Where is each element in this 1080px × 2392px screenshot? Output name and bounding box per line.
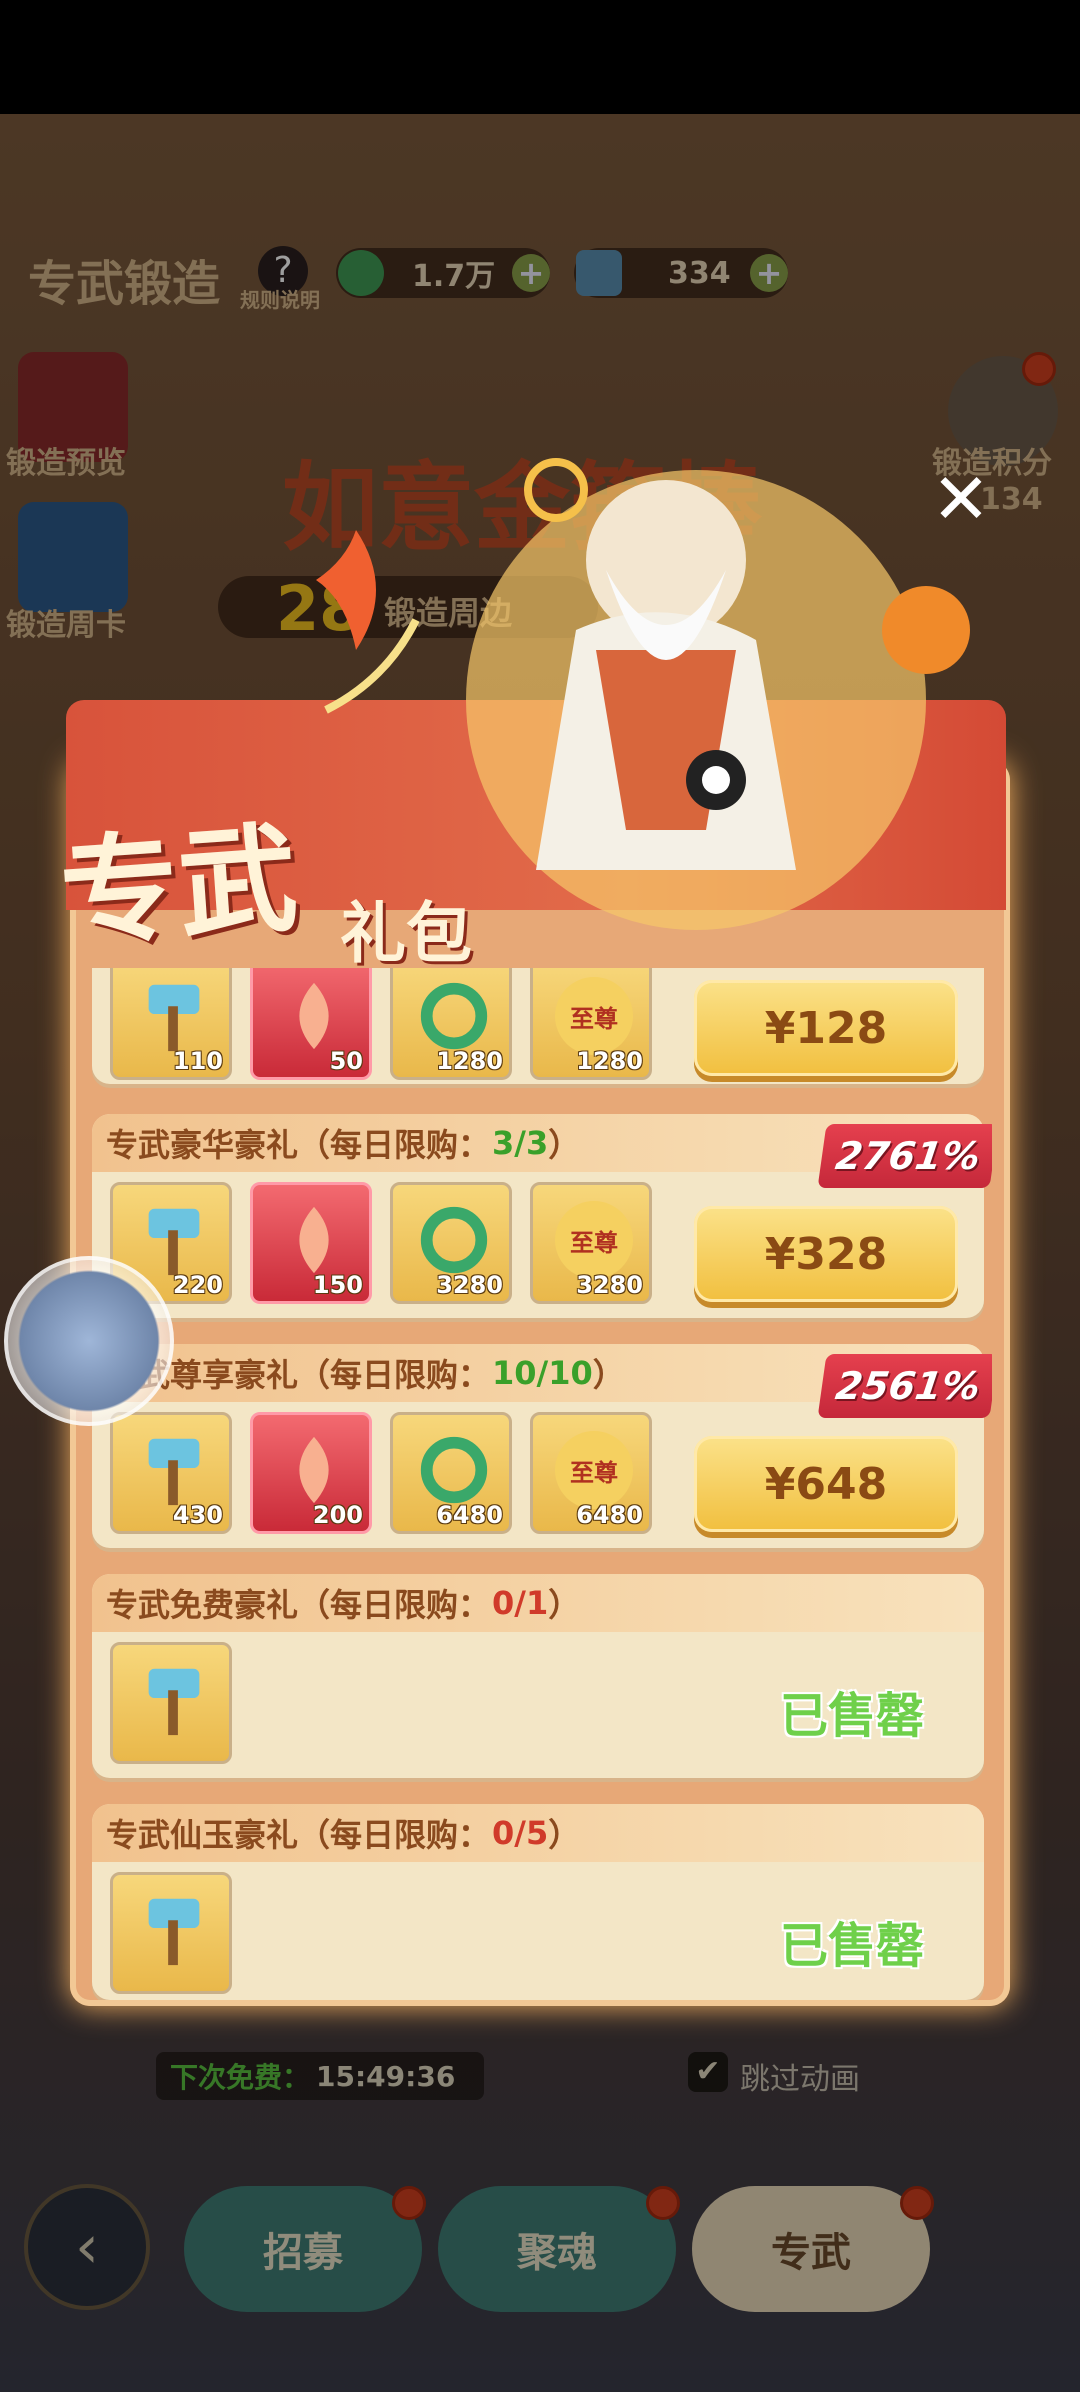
- flame-leaf-icon: [299, 982, 329, 1050]
- dragon-jade-icon: [420, 1436, 488, 1504]
- item-slot[interactable]: [110, 1642, 232, 1764]
- supreme-token-icon: 至尊: [555, 977, 633, 1055]
- bonus-ribbon: 2561%: [817, 1354, 992, 1418]
- pack-card-jade: 专武仙玉豪礼（每日限购： 0/5） 已售罄: [92, 1804, 984, 2000]
- item-slot[interactable]: 110: [110, 968, 232, 1080]
- item-slot[interactable]: 至尊 3280: [530, 1182, 652, 1304]
- pack-list[interactable]: 110 50 1280 至尊 1280 ¥128 专武豪华豪礼（每日限购： 3/3…: [88, 968, 992, 2000]
- assistant-float-button[interactable]: [4, 1256, 174, 1426]
- item-slot[interactable]: 至尊 1280: [530, 968, 652, 1080]
- sold-out-label: 已售罄: [779, 1688, 924, 1744]
- close-button[interactable]: ✕: [928, 464, 994, 534]
- hammer-icon: [148, 1438, 200, 1506]
- item-slot[interactable]: 6480: [390, 1412, 512, 1534]
- popup-title: 专武: [56, 807, 302, 964]
- item-slot[interactable]: 50: [250, 968, 372, 1080]
- buy-button-648[interactable]: ¥648: [694, 1436, 958, 1532]
- pack-card-premium: 专武尊享豪礼（每日限购： 10/10） 2561% 430 200 6480 至尊…: [92, 1344, 992, 1548]
- item-slot[interactable]: 430: [110, 1412, 232, 1534]
- hammer-icon: [148, 1898, 200, 1966]
- flame-leaf-icon: [299, 1206, 329, 1274]
- buy-button-128[interactable]: ¥128: [694, 980, 958, 1076]
- pack-card: 110 50 1280 至尊 1280 ¥128: [92, 968, 984, 1084]
- bonus-ribbon: 2761%: [817, 1124, 992, 1188]
- supreme-token-icon: 至尊: [555, 1201, 633, 1279]
- sold-out-label: 已售罄: [779, 1918, 924, 1974]
- hammer-icon: [148, 1208, 200, 1276]
- pack-card-header: 专武仙玉豪礼（每日限购： 0/5）: [92, 1804, 984, 1862]
- pack-card-deluxe: 专武豪华豪礼（每日限购： 3/3） 2761% 220 150 3280 至尊 3…: [92, 1114, 992, 1318]
- item-slot[interactable]: 150: [250, 1182, 372, 1304]
- popup-subtitle: 礼包: [340, 894, 472, 972]
- supreme-token-icon: 至尊: [555, 1431, 633, 1509]
- pack-card-header: 专武免费豪礼（每日限购： 0/1）: [92, 1574, 984, 1632]
- item-slot[interactable]: 1280: [390, 968, 512, 1080]
- item-slot[interactable]: 至尊 6480: [530, 1412, 652, 1534]
- pack-card-free: 专武免费豪礼（每日限购： 0/1） 已售罄: [92, 1574, 984, 1778]
- hammer-icon: [148, 1668, 200, 1736]
- item-slot[interactable]: 3280: [390, 1182, 512, 1304]
- item-slot[interactable]: 200: [250, 1412, 372, 1534]
- buy-button-328[interactable]: ¥328: [694, 1206, 958, 1302]
- item-slot[interactable]: [110, 1872, 232, 1994]
- hammer-icon: [148, 984, 200, 1052]
- dragon-jade-icon: [420, 982, 488, 1050]
- dragon-jade-icon: [420, 1206, 488, 1274]
- flame-leaf-icon: [299, 1436, 329, 1504]
